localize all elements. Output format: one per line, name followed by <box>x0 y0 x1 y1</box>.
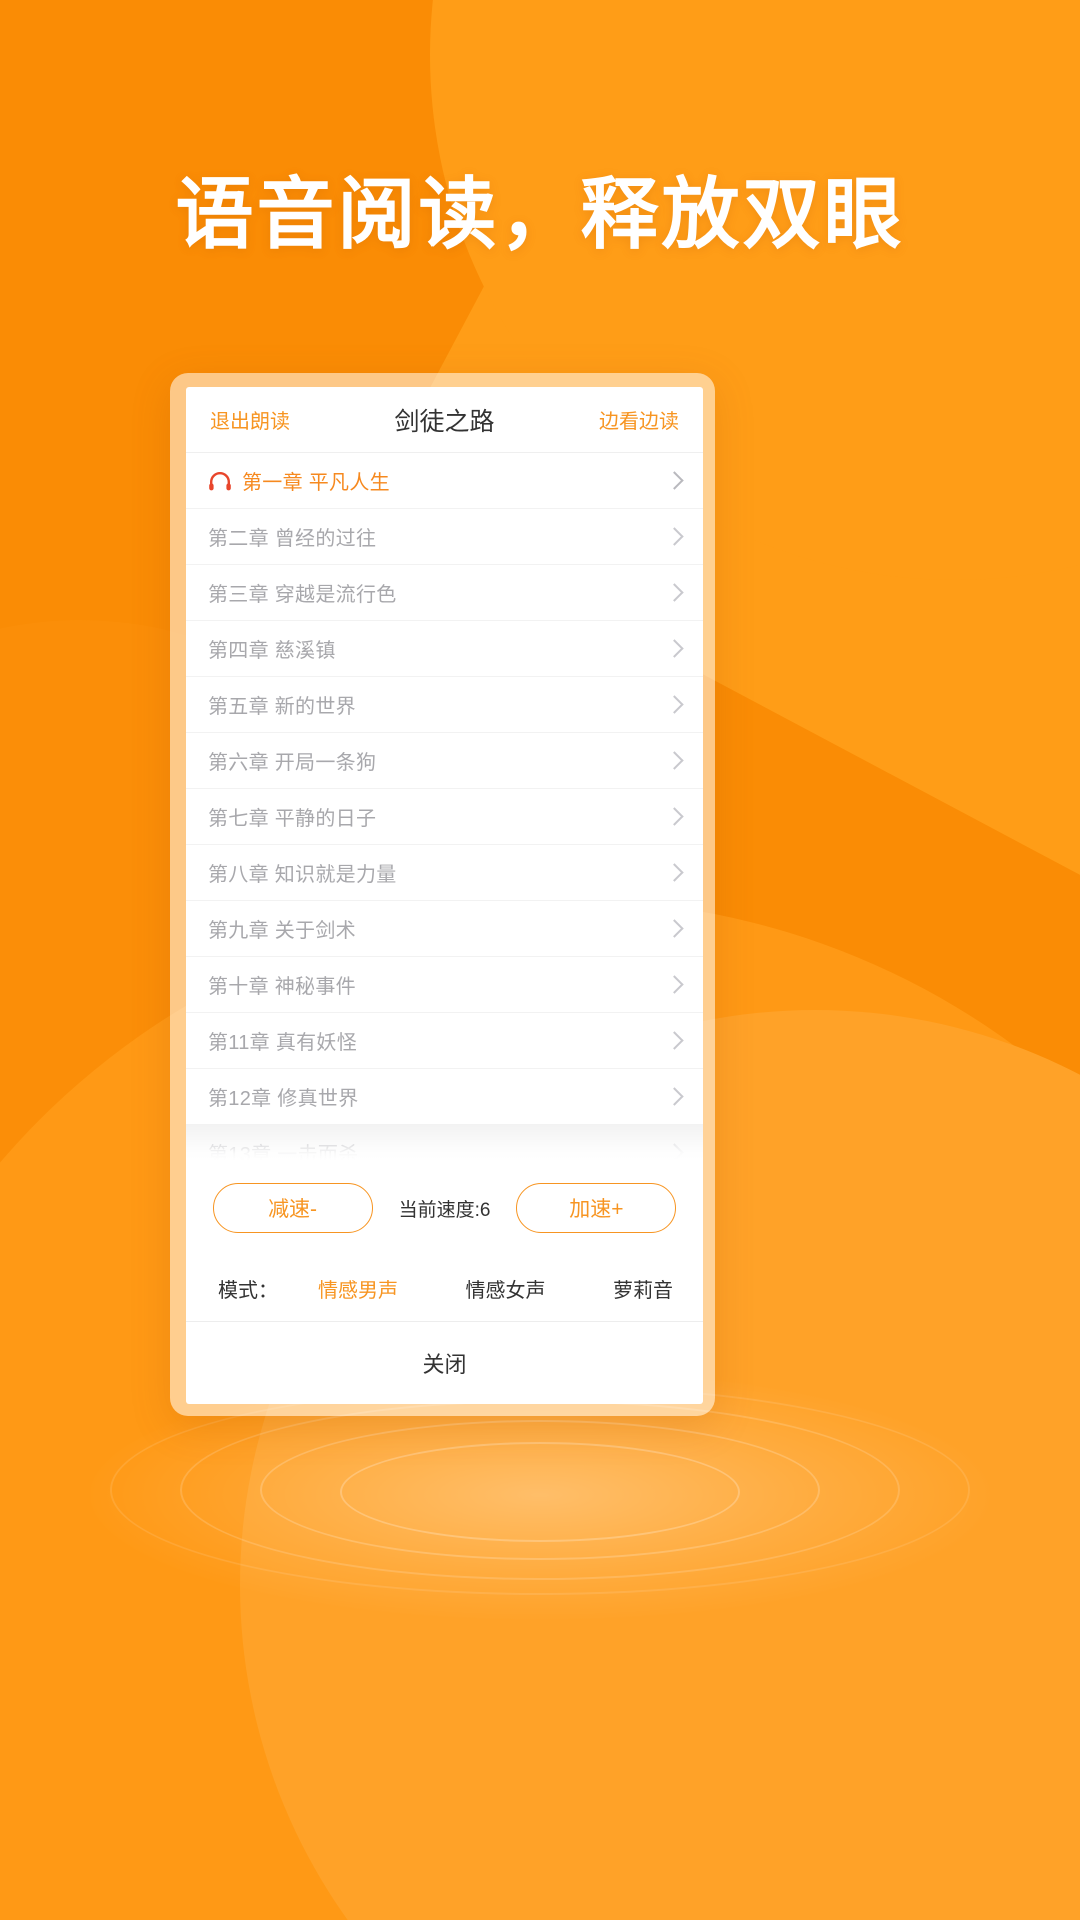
chapter-title: 第五章 新的世界 <box>208 696 356 718</box>
increase-speed-button[interactable]: 加速+ <box>516 1183 677 1233</box>
chevron-right-icon <box>665 1031 684 1050</box>
headphone-icon <box>208 471 242 491</box>
chapter-row[interactable]: 第二章 曾经的过往 <box>186 509 703 565</box>
exit-reading-button[interactable]: 退出朗读 <box>210 405 290 434</box>
chevron-right-icon <box>665 695 684 714</box>
chapter-row[interactable]: 第一章 平凡人生 <box>186 453 703 509</box>
voice-mode-label: 模式： <box>218 1280 278 1302</box>
phone-mockup: 退出朗读 剑徒之路 边看边读 第一章 平凡人生第二章 曾经的过往 第三章 穿越是流… <box>170 373 715 1416</box>
chapter-title: 第二章 曾经的过往 <box>208 528 377 550</box>
background-ring <box>340 1442 740 1542</box>
chapter-row[interactable]: 第11章 真有妖怪 <box>186 1013 703 1069</box>
chevron-right-icon <box>665 975 684 994</box>
phone-screen: 退出朗读 剑徒之路 边看边读 第一章 平凡人生第二章 曾经的过往 第三章 穿越是流… <box>186 387 703 1404</box>
chapter-row[interactable]: 第八章 知识就是力量 <box>186 845 703 901</box>
chapter-title: 第12章 修真世界 <box>208 1088 359 1110</box>
chapter-title: 第三章 穿越是流行色 <box>208 584 397 606</box>
page-headline: 语音阅读，释放双眼 <box>175 170 905 258</box>
chapter-row[interactable]: 第六章 开局一条狗 <box>186 733 703 789</box>
voice-mode-option[interactable]: 情感男声 <box>318 1274 398 1303</box>
chevron-right-icon <box>665 751 684 770</box>
chapter-row[interactable]: 第13章 一击而杀 <box>186 1125 703 1160</box>
chevron-right-icon <box>665 639 684 658</box>
current-speed-value: 当前速度:6 <box>398 1199 491 1221</box>
chevron-right-icon <box>665 583 684 602</box>
close-row[interactable]: 关闭 <box>186 1322 703 1404</box>
chapter-list[interactable]: 第一章 平凡人生第二章 曾经的过往 第三章 穿越是流行色 第四章 慈溪镇 第五章 新的… <box>186 453 703 1160</box>
chapter-title: 第13章 一击而杀 <box>208 1144 359 1160</box>
close-button[interactable]: 关闭 <box>422 1347 466 1379</box>
chevron-right-icon <box>665 919 684 938</box>
chapter-title: 第十章 神秘事件 <box>208 976 356 998</box>
chapter-title: 第11章 真有妖怪 <box>208 1032 358 1054</box>
chevron-right-icon <box>665 1087 684 1106</box>
chapter-row[interactable]: 第九章 关于剑术 <box>186 901 703 957</box>
chapter-title: 第四章 慈溪镇 <box>208 640 336 662</box>
chevron-right-icon <box>665 471 684 490</box>
chapter-title: 第一章 平凡人生 <box>242 472 390 494</box>
voice-mode-option[interactable]: 情感女声 <box>466 1274 546 1303</box>
speed-controls: 减速- 当前速度:6 加速+ <box>186 1160 703 1256</box>
chapter-title: 第六章 开局一条狗 <box>208 752 377 774</box>
chevron-right-icon <box>665 807 684 826</box>
voice-mode-row: 模式： 情感男声 情感女声 萝莉音 <box>186 1256 703 1322</box>
chapter-row[interactable]: 第十章 神秘事件 <box>186 957 703 1013</box>
chevron-right-icon <box>665 527 684 546</box>
chapter-title: 第七章 平静的日子 <box>208 808 377 830</box>
chapter-row[interactable]: 第五章 新的世界 <box>186 677 703 733</box>
chapter-row[interactable]: 第四章 慈溪镇 <box>186 621 703 677</box>
chapter-title: 第九章 关于剑术 <box>208 920 356 942</box>
chapter-row[interactable]: 第三章 穿越是流行色 <box>186 565 703 621</box>
decrease-speed-button[interactable]: 减速- <box>212 1183 373 1233</box>
chapter-title: 第八章 知识就是力量 <box>208 864 397 886</box>
chapter-row[interactable]: 第12章 修真世界 <box>186 1069 703 1125</box>
chevron-right-icon <box>665 1143 684 1160</box>
voice-mode-option[interactable]: 萝莉音 <box>613 1274 673 1303</box>
chevron-right-icon <box>665 863 684 882</box>
chapter-row[interactable]: 第七章 平静的日子 <box>186 789 703 845</box>
read-along-button[interactable]: 边看边读 <box>599 405 679 434</box>
reader-navbar: 退出朗读 剑徒之路 边看边读 <box>186 387 703 453</box>
